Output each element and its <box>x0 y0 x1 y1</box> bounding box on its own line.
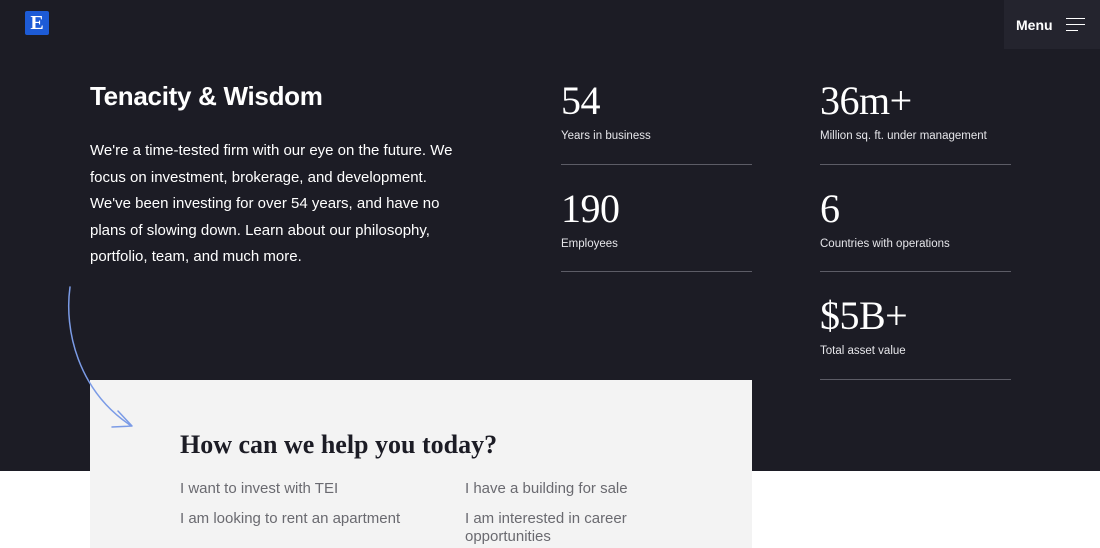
menu-button[interactable]: Menu <box>1004 0 1100 49</box>
stat-label: Total asset value <box>820 345 906 357</box>
stat-square-feet: 36m+ Million sq. ft. under management <box>820 81 1011 165</box>
stat-years: 54 Years in business <box>561 81 752 165</box>
link-careers[interactable]: I am interested in career opportunities <box>465 510 665 546</box>
intro-paragraph: We're a time-tested firm with our eye on… <box>90 142 453 266</box>
help-title: How can we help you today? <box>180 430 498 459</box>
stat-value: 54 <box>561 78 601 123</box>
stat-countries: 6 Countries with operations <box>820 189 1011 272</box>
stat-label: Employees <box>561 238 618 250</box>
stat-label: Years in business <box>561 130 651 142</box>
logo[interactable]: E <box>25 11 49 35</box>
curved-arrow-icon <box>67 286 133 428</box>
link-rent-apartment[interactable]: I am looking to rent an apartment <box>180 510 400 528</box>
menu-label: Menu <box>1016 16 1053 33</box>
stat-value: 36m+ <box>820 78 912 123</box>
stat-value: 6 <box>820 186 840 231</box>
stat-label: Countries with operations <box>820 238 950 250</box>
stat-value: $5B+ <box>820 293 908 338</box>
link-building-for-sale[interactable]: I have a building for sale <box>465 480 628 498</box>
section-heading: Tenacity & Wisdom <box>90 81 323 111</box>
hamburger-icon <box>1065 17 1085 32</box>
stat-employees: 190 Employees <box>561 189 752 272</box>
stat-asset-value: $5B+ Total asset value <box>820 296 1011 380</box>
stat-value: 190 <box>561 186 620 231</box>
stat-label: Million sq. ft. under management <box>820 130 987 142</box>
link-invest[interactable]: I want to invest with TEI <box>180 480 338 498</box>
help-card: How can we help you today? I want to inv… <box>90 380 752 548</box>
